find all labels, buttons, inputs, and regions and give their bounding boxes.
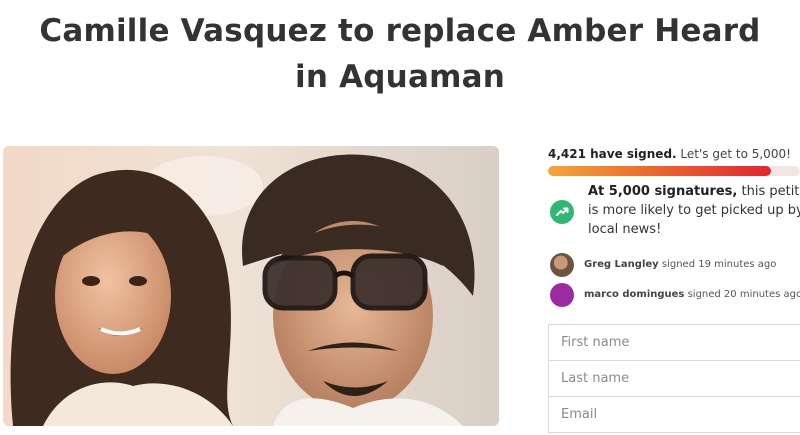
milestone-line1: this petition [741,184,800,199]
signer-name: marco domingues [584,289,685,300]
signer-line: Greg Langley signed 19 minutes ago [584,258,776,272]
email-field[interactable] [548,396,800,433]
milestone-text: At 5,000 signatures, this petition is mo… [588,182,800,239]
recent-signer: Greg Langley signed 19 minutes ago [548,253,800,277]
last-name-input[interactable] [549,361,800,396]
signer-time: signed 20 minutes ago [687,289,800,300]
signer-time: signed 19 minutes ago [661,259,777,270]
milestone-line3: local news! [588,222,662,237]
petition-photo [3,146,499,426]
first-name-field[interactable] [548,324,800,361]
signature-progress-fill [548,166,771,176]
signer-name: Greg Langley [584,259,659,270]
signature-panel: 4,421 have signed. Let's get to 5,000! A… [548,146,800,433]
milestone-line2: is more likely to get picked up by [588,203,800,218]
last-name-field[interactable] [548,360,800,397]
signature-progress-bar [548,166,800,176]
signer-line: marco domingues signed 20 minutes ago [584,288,800,302]
milestone-bold: At 5,000 signatures, [588,184,738,199]
signature-goal: Let's get to 5,000! [680,147,791,161]
email-input[interactable] [549,397,800,432]
avatar [550,253,574,277]
avatar [550,283,574,307]
recent-signer: marco domingues signed 20 minutes ago [548,283,800,307]
petition-title: Camille Vasquez to replace Amber Heard i… [39,13,761,95]
trending-up-icon [550,200,574,224]
signature-count: 4,421 have signed. Let's get to 5,000! [548,146,800,162]
signed-count: 4,421 have signed. [548,147,677,161]
first-name-input[interactable] [549,325,800,360]
